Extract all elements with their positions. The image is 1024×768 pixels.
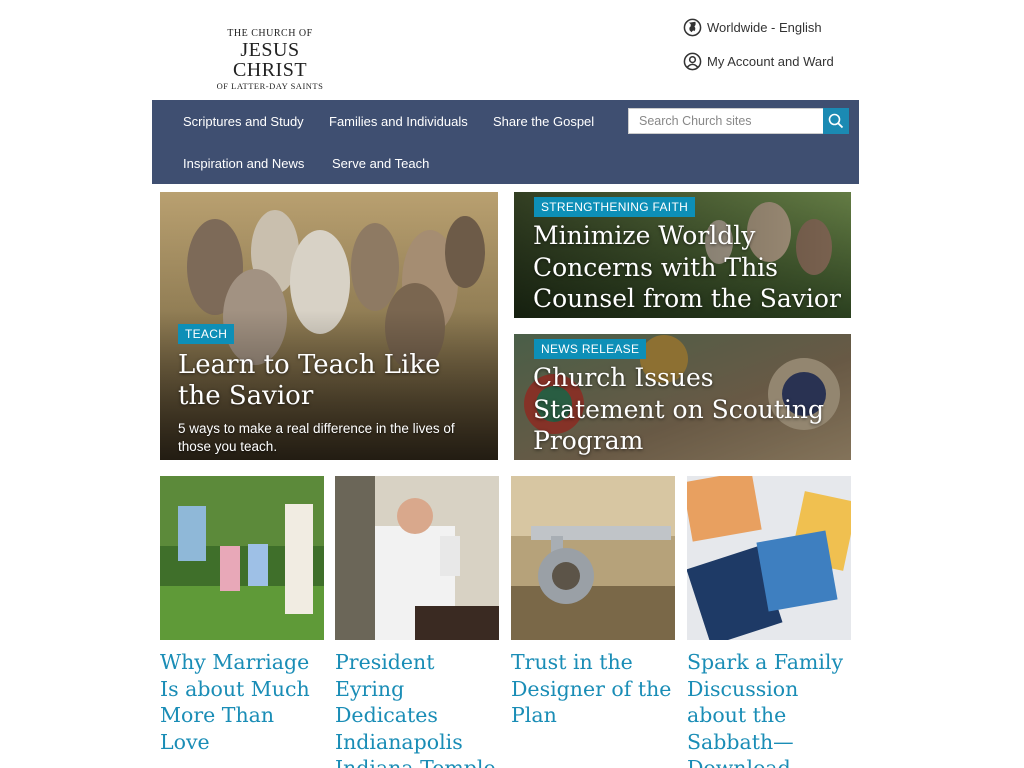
account-label: My Account and Ward: [707, 54, 834, 69]
featured-side-card-faith[interactable]: STRENGTHENING FAITH Minimize Worldly Con…: [514, 192, 851, 318]
featured-main-title: Learn to Teach Like the Savior: [178, 350, 441, 411]
article-thumb-marriage: [160, 476, 324, 640]
user-circle-icon: [683, 52, 702, 71]
logo-line-3: OF LATTER-DAY SAINTS: [216, 81, 324, 91]
article-title-marriage: Why Marriage Is about Much More Than Lov…: [160, 650, 310, 754]
featured-side-tag-faith: STRENGTHENING FAITH: [534, 197, 696, 217]
article-tile-indianapolis[interactable]: President Eyring Dedicates Indianapolis …: [335, 476, 499, 768]
account-link[interactable]: My Account and Ward: [683, 52, 834, 71]
featured-side-title-faith: Minimize Worldly Concerns with This Coun…: [533, 221, 841, 313]
article-thumb-indianapolis: [335, 476, 499, 640]
article-thumb-sabbath: [687, 476, 851, 640]
article-thumb-designer: [511, 476, 675, 640]
article-title-indianapolis: President Eyring Dedicates Indianapolis …: [335, 650, 496, 768]
globe-icon: [683, 18, 702, 37]
nav-item-families[interactable]: Families and Individuals: [329, 114, 468, 129]
nav-item-serve-teach[interactable]: Serve and Teach: [332, 156, 429, 171]
article-title-sabbath: Spark a Family Discussion about the Sabb…: [687, 650, 844, 768]
article-tile-marriage[interactable]: Why Marriage Is about Much More Than Lov…: [160, 476, 324, 755]
featured-main-card[interactable]: TEACH Learn to Teach Like the Savior 5 w…: [160, 192, 498, 460]
featured-side-tag-news: NEWS RELEASE: [534, 339, 647, 359]
language-selector[interactable]: Worldwide - English: [683, 18, 822, 37]
search-button[interactable]: [823, 108, 849, 134]
church-logo[interactable]: THE CHURCH OF JESUS CHRIST OF LATTER-DAY…: [202, 28, 338, 92]
search-icon: [828, 113, 844, 129]
main-nav: Scriptures and Study Families and Indivi…: [152, 100, 859, 184]
search-input[interactable]: [628, 108, 823, 134]
nav-item-share-gospel[interactable]: Share the Gospel: [493, 114, 594, 129]
article-tile-designer[interactable]: Trust in the Designer of the Plan: [511, 476, 675, 729]
language-label: Worldwide - English: [707, 20, 822, 35]
logo-line-2: JESUS CHRIST: [232, 39, 308, 81]
featured-side-card-news[interactable]: NEWS RELEASE Church Issues Statement on …: [514, 334, 851, 460]
article-tile-sabbath[interactable]: Spark a Family Discussion about the Sabb…: [687, 476, 851, 768]
featured-main-tag: TEACH: [178, 324, 235, 344]
featured-side-title-news: Church Issues Statement on Scouting Prog…: [533, 363, 825, 455]
article-title-designer: Trust in the Designer of the Plan: [511, 650, 672, 727]
nav-item-scriptures[interactable]: Scriptures and Study: [183, 114, 304, 129]
featured-main-subtitle: 5 ways to make a real difference in the …: [178, 421, 455, 454]
search-box: [628, 108, 849, 134]
page: THE CHURCH OF JESUS CHRIST OF LATTER-DAY…: [0, 0, 1024, 768]
nav-item-inspiration[interactable]: Inspiration and News: [183, 156, 304, 171]
